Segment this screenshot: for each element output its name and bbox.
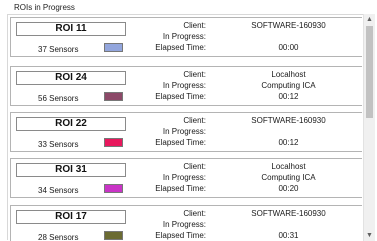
vertical-scrollbar[interactable]: ▲ ▼: [363, 14, 375, 241]
client-label: Client:: [183, 116, 206, 125]
client-value: SOFTWARE-160930: [251, 116, 326, 125]
in-progress-value: Computing ICA: [261, 81, 316, 90]
roi-name: ROI 31: [16, 163, 126, 177]
elapsed-time-label: Elapsed Time:: [155, 138, 206, 147]
elapsed-time-label: Elapsed Time:: [155, 184, 206, 193]
roi-card[interactable]: ROI 11 37 Sensors Client: In Progress: E…: [10, 17, 362, 57]
sensor-count: 56 Sensors: [38, 94, 79, 103]
in-progress-label: In Progress:: [162, 220, 206, 229]
client-label: Client:: [183, 209, 206, 218]
elapsed-time-value: 00:12: [278, 92, 299, 101]
roi-color-swatch: [104, 184, 123, 193]
in-progress-label: In Progress:: [162, 81, 206, 90]
in-progress-label: In Progress:: [162, 32, 206, 41]
scroll-up-arrow-icon[interactable]: ▲: [364, 14, 375, 25]
roi-color-swatch: [104, 92, 123, 101]
scroll-down-arrow-icon[interactable]: ▼: [364, 230, 375, 241]
elapsed-time-value: 00:20: [278, 184, 299, 193]
roi-name: ROI 11: [16, 22, 126, 36]
elapsed-time-value: 00:31: [278, 231, 299, 240]
roi-color-swatch: [104, 138, 123, 147]
in-progress-label: In Progress:: [162, 173, 206, 182]
client-value: Localhost: [271, 162, 306, 171]
elapsed-time-value: 00:00: [278, 43, 299, 52]
roi-name: ROI 22: [16, 117, 126, 131]
roi-card[interactable]: ROI 31 34 Sensors Client: In Progress: E…: [10, 158, 362, 198]
roi-card[interactable]: ROI 17 28 Sensors Client: In Progress: E…: [10, 205, 362, 241]
roi-card[interactable]: ROI 24 56 Sensors Client: In Progress: E…: [10, 66, 362, 106]
client-label: Client:: [183, 21, 206, 30]
sensor-count: 37 Sensors: [38, 45, 79, 54]
client-value: SOFTWARE-160930: [251, 21, 326, 30]
roi-name: ROI 24: [16, 71, 126, 85]
elapsed-time-label: Elapsed Time:: [155, 231, 206, 240]
client-value: Localhost: [271, 70, 306, 79]
roi-color-swatch: [104, 231, 123, 240]
roi-card[interactable]: ROI 22 33 Sensors Client: In Progress: E…: [10, 112, 362, 152]
roi-list[interactable]: ROI 11 37 Sensors Client: In Progress: E…: [8, 15, 362, 241]
client-label: Client:: [183, 162, 206, 171]
client-label: Client:: [183, 70, 206, 79]
elapsed-time-label: Elapsed Time:: [155, 92, 206, 101]
client-value: SOFTWARE-160930: [251, 209, 326, 218]
in-progress-label: In Progress:: [162, 127, 206, 136]
sensor-count: 28 Sensors: [38, 233, 79, 241]
roi-name: ROI 17: [16, 210, 126, 224]
elapsed-time-label: Elapsed Time:: [155, 43, 206, 52]
roi-color-swatch: [104, 43, 123, 52]
elapsed-time-value: 00:12: [278, 138, 299, 147]
group-title: ROIs in Progress: [14, 3, 75, 12]
in-progress-value: Computing ICA: [261, 173, 316, 182]
sensor-count: 34 Sensors: [38, 186, 79, 195]
sensor-count: 33 Sensors: [38, 140, 79, 149]
scrollbar-thumb[interactable]: [366, 26, 373, 118]
